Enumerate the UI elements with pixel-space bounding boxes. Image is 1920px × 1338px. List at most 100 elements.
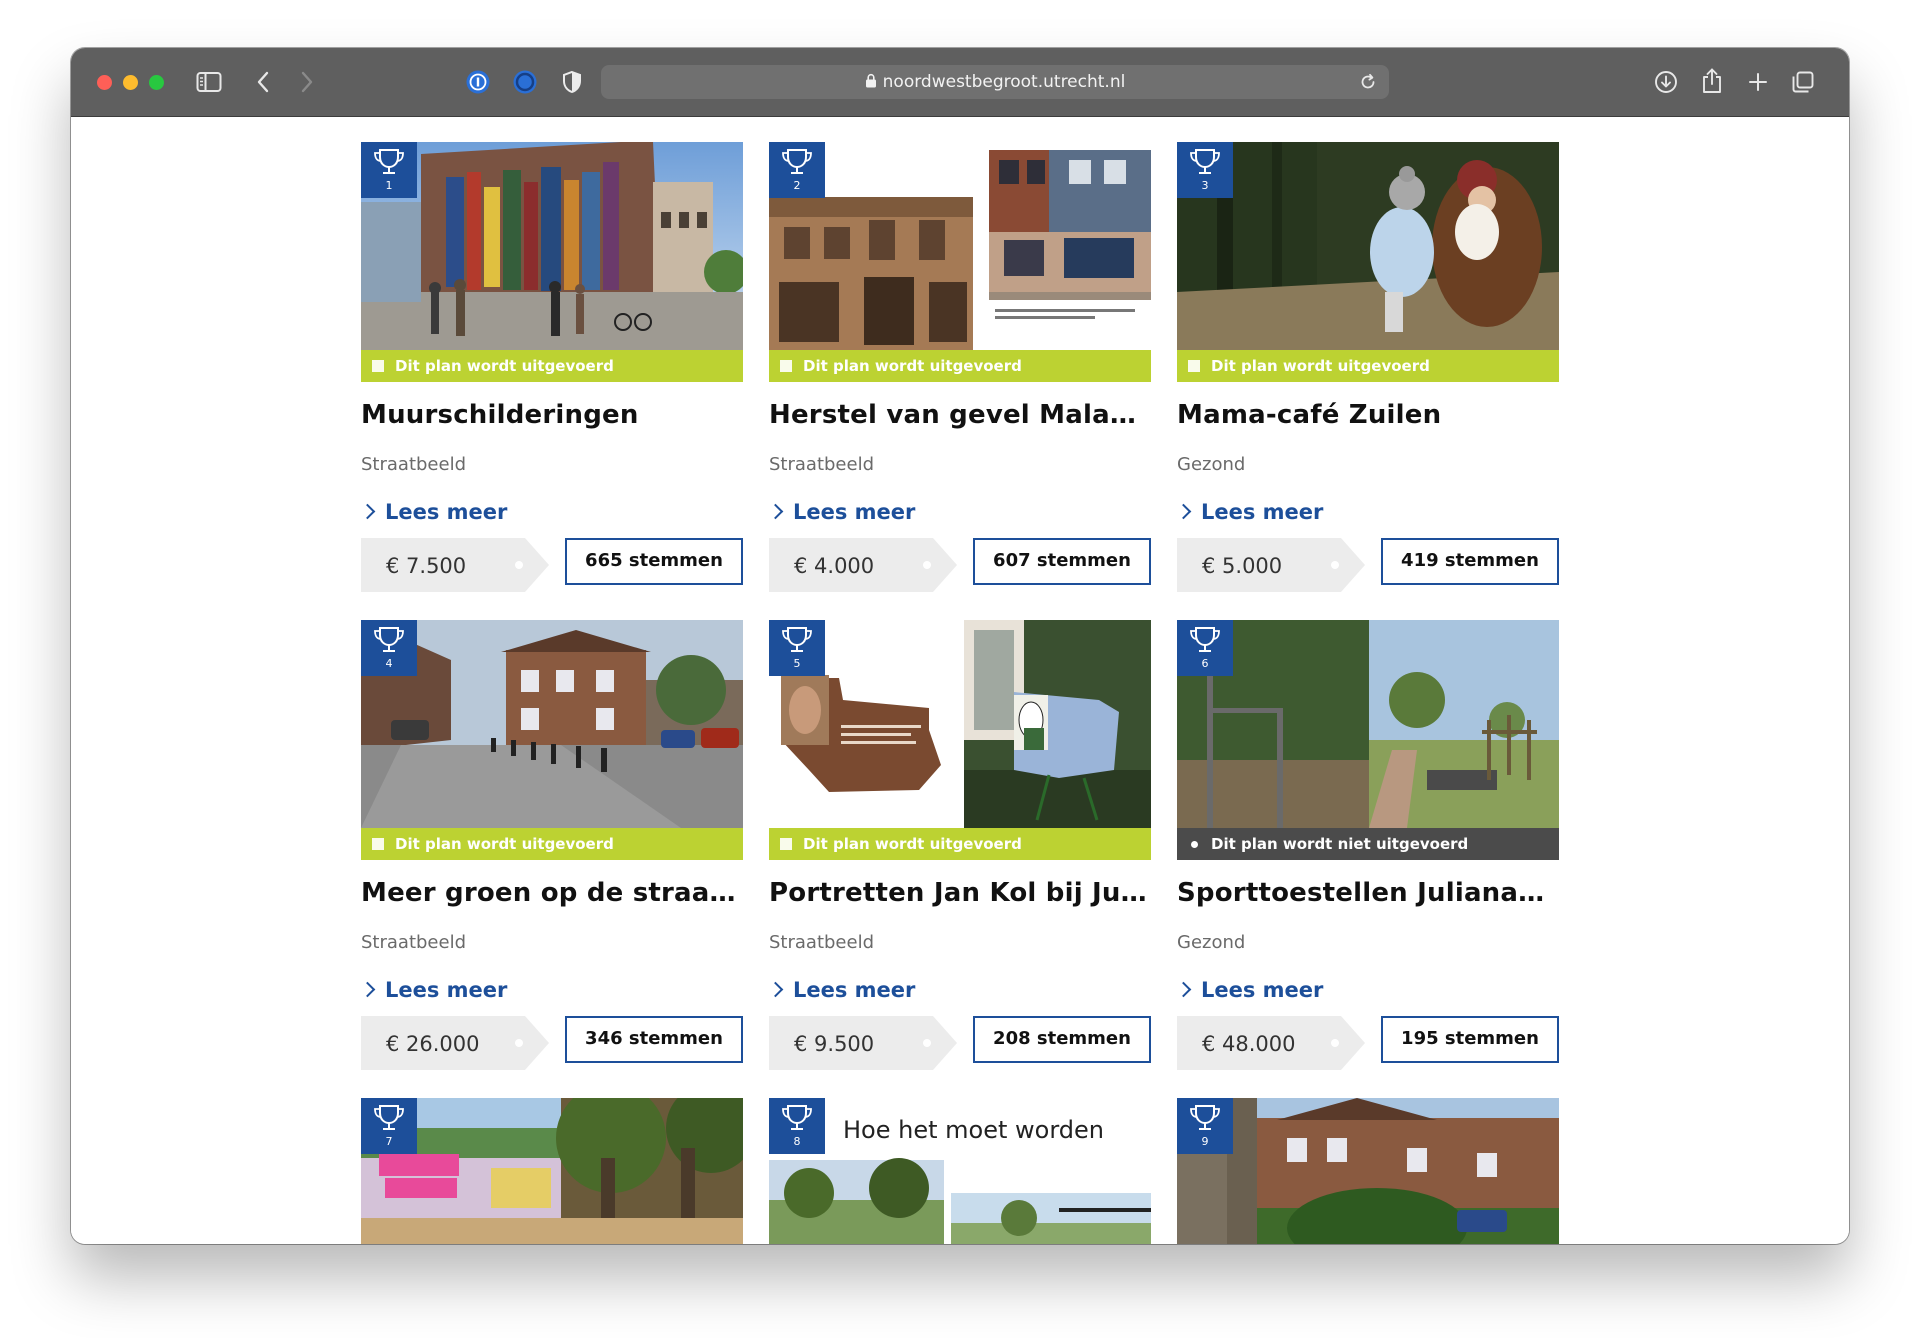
project-image[interactable]: 4 <box>361 620 743 828</box>
tab-overview-icon[interactable] <box>1789 68 1817 96</box>
chevron-right-icon <box>359 981 376 998</box>
votes-button[interactable]: 419 stemmen <box>1381 538 1559 585</box>
back-arrow-icon[interactable] <box>249 68 277 96</box>
status-calendar-icon <box>372 838 384 850</box>
page-content: 1 Dit plan wordt uitgevoerd Muurschilder… <box>71 117 1849 1244</box>
status-dot-icon <box>1191 841 1198 848</box>
project-title[interactable]: Meer groen op de straatho... <box>361 878 743 908</box>
budget-tag: € 48.000 <box>1177 1016 1365 1070</box>
status-banner: Dit plan wordt uitgevoerd <box>769 828 1151 860</box>
maximize-window-button[interactable] <box>149 75 164 90</box>
address-bar[interactable]: noordwestbegroot.utrecht.nl <box>601 65 1389 99</box>
rank-number: 5 <box>793 657 801 670</box>
rank-badge: 7 <box>361 1098 417 1154</box>
rank-badge: 2 <box>769 142 825 198</box>
share-icon[interactable] <box>1698 66 1726 96</box>
rank-badge: 6 <box>1177 620 1233 676</box>
rank-number: 9 <box>1201 1135 1209 1148</box>
rank-badge: 1 <box>361 142 417 198</box>
project-category: Straatbeeld <box>361 454 467 475</box>
trophy-icon <box>1190 149 1220 174</box>
votes-button[interactable]: 195 stemmen <box>1381 1016 1559 1063</box>
read-more-link[interactable]: Lees meer <box>1175 500 1323 524</box>
chevron-right-icon <box>1175 981 1192 998</box>
project-image[interactable]: 6 <box>1177 620 1559 828</box>
project-category: Straatbeeld <box>769 454 875 475</box>
reload-icon[interactable] <box>1357 71 1379 93</box>
rank-number: 8 <box>793 1135 801 1148</box>
budget-value: € 26.000 <box>386 1032 480 1056</box>
status-banner: Dit plan wordt uitgevoerd <box>361 350 743 382</box>
read-more-label: Lees meer <box>385 978 508 1002</box>
read-more-link[interactable]: Lees meer <box>767 500 916 524</box>
shield-icon[interactable] <box>558 68 586 96</box>
read-more-link[interactable]: Lees meer <box>359 978 508 1002</box>
votes-button[interactable]: 607 stemmen <box>973 538 1151 585</box>
trophy-icon <box>374 1105 404 1130</box>
budget-tag: € 26.000 <box>361 1016 549 1070</box>
read-more-link[interactable]: Lees meer <box>359 500 508 524</box>
project-title[interactable]: Herstel van gevel Malabata <box>769 400 1151 430</box>
project-image[interactable]: 7 <box>361 1098 743 1244</box>
status-text: Dit plan wordt uitgevoerd <box>1211 357 1430 375</box>
status-banner: Dit plan wordt uitgevoerd <box>1177 350 1559 382</box>
status-text: Dit plan wordt uitgevoerd <box>803 835 1022 853</box>
rank-number: 2 <box>793 179 801 192</box>
read-more-link[interactable]: Lees meer <box>1175 978 1324 1002</box>
downloads-icon[interactable] <box>1652 68 1680 96</box>
chevron-right-icon <box>767 503 784 520</box>
rank-badge: 8 <box>769 1098 825 1154</box>
project-image[interactable]: 2 <box>769 142 1151 350</box>
budget-tag: € 7.500 <box>361 538 549 592</box>
project-title[interactable]: Portretten Jan Kol bij Julia... <box>769 878 1151 908</box>
image-caption: Hoe het moet worden <box>843 1116 1104 1144</box>
rank-number: 6 <box>1201 657 1209 670</box>
project-title[interactable]: Muurschilderingen <box>361 400 743 430</box>
project-title[interactable]: Mama-café Zuilen <box>1177 400 1559 430</box>
read-more-label: Lees meer <box>1201 978 1324 1002</box>
forward-arrow-icon[interactable] <box>293 68 321 96</box>
trophy-icon <box>782 149 812 174</box>
read-more-link[interactable]: Lees meer <box>767 978 916 1002</box>
status-text: Dit plan wordt uitgevoerd <box>395 835 614 853</box>
read-more-label: Lees meer <box>793 500 916 524</box>
read-more-label: Lees meer <box>793 978 916 1002</box>
project-image[interactable]: 1 <box>361 142 743 350</box>
status-text: Dit plan wordt uitgevoerd <box>803 357 1022 375</box>
chevron-right-icon <box>1175 503 1192 520</box>
votes-button[interactable]: 665 stemmen <box>565 538 743 585</box>
rank-number: 1 <box>385 179 393 192</box>
close-window-button[interactable] <box>97 75 112 90</box>
budget-tag: € 4.000 <box>769 538 957 592</box>
rank-number: 3 <box>1201 179 1209 192</box>
status-banner: Dit plan wordt uitgevoerd <box>769 350 1151 382</box>
sidebar-toggle-icon[interactable] <box>195 68 223 96</box>
privacy-extension-icon[interactable] <box>511 68 539 96</box>
budget-value: € 48.000 <box>1202 1032 1296 1056</box>
read-more-label: Lees meer <box>385 500 508 524</box>
project-image[interactable]: Hoe het moet worden 8 <box>769 1098 1151 1244</box>
rank-number: 4 <box>385 657 393 670</box>
url-text: noordwestbegroot.utrecht.nl <box>601 65 1389 99</box>
status-calendar-icon <box>780 838 792 850</box>
project-image[interactable]: 3 <box>1177 142 1559 350</box>
minimize-window-button[interactable] <box>123 75 138 90</box>
project-image[interactable]: 5 <box>769 620 1151 828</box>
budget-value: € 7.500 <box>386 554 467 578</box>
project-category: Straatbeeld <box>361 932 467 953</box>
chevron-right-icon <box>359 503 376 520</box>
new-tab-plus-icon[interactable] <box>1744 68 1772 96</box>
status-calendar-icon <box>372 360 384 372</box>
votes-button[interactable]: 346 stemmen <box>565 1016 743 1063</box>
trophy-icon <box>1190 627 1220 652</box>
status-calendar-icon <box>1188 360 1200 372</box>
project-title[interactable]: Sporttoestellen Julianapark <box>1177 878 1559 908</box>
votes-button[interactable]: 208 stemmen <box>973 1016 1151 1063</box>
password-extension-icon[interactable] <box>464 68 492 96</box>
project-image[interactable]: 9 <box>1177 1098 1559 1244</box>
trophy-icon <box>782 1105 812 1130</box>
status-text: Dit plan wordt niet uitgevoerd <box>1211 835 1469 853</box>
url-value: noordwestbegroot.utrecht.nl <box>882 72 1126 92</box>
rank-badge: 5 <box>769 620 825 676</box>
rank-badge: 3 <box>1177 142 1233 198</box>
